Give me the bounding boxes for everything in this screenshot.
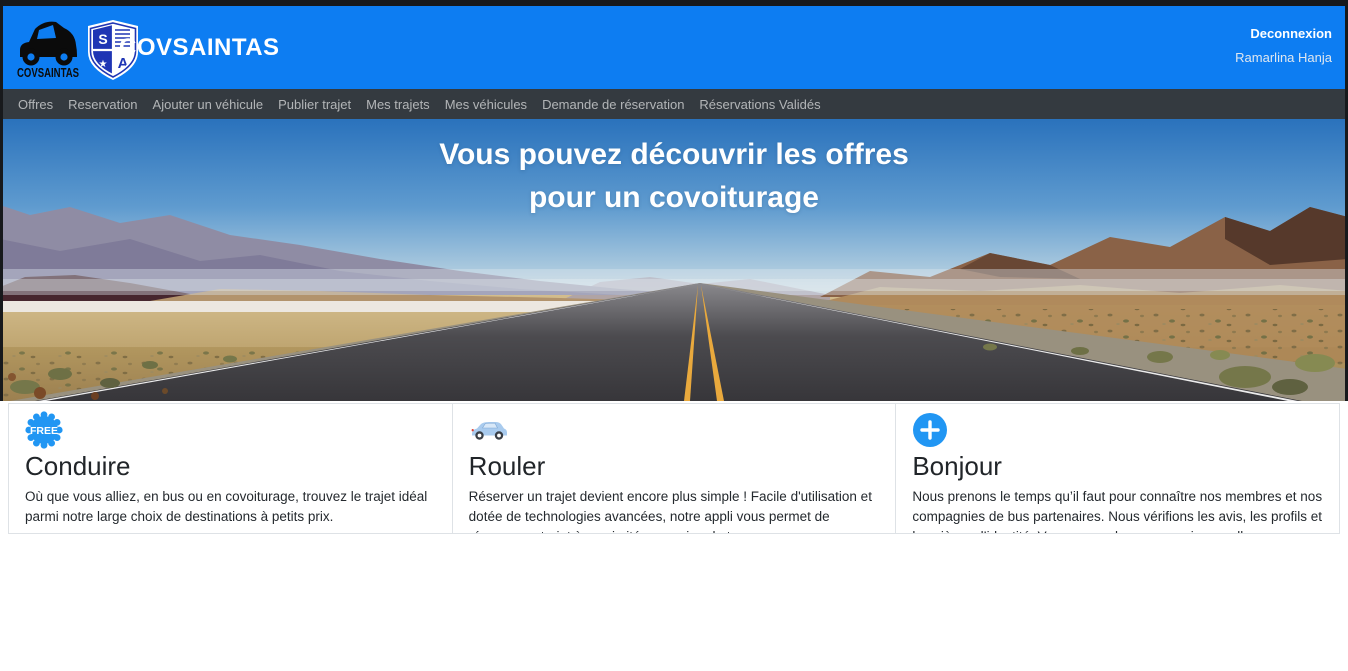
hero-title-line2: pour un covoiturage xyxy=(0,176,1348,219)
feature-card-bonjour: Bonjour Nous prenons le temps qu’il faut… xyxy=(895,403,1340,534)
car-icon xyxy=(469,410,880,450)
card-text: Nous prenons le temps qu’il faut pour co… xyxy=(912,487,1323,534)
window-frame-top xyxy=(0,0,1348,6)
brand-title[interactable]: COVSAINTAS xyxy=(119,6,280,89)
hero-banner: Vous pouvez découvrir les offres pour un… xyxy=(0,119,1348,401)
svg-text:FREE: FREE xyxy=(30,425,58,437)
app-header: COVSAINTAS S A ★ COVSAINTAS Deconnexion … xyxy=(0,6,1348,89)
hero-title: Vous pouvez découvrir les offres pour un… xyxy=(0,133,1348,219)
feature-card-rouler: Rouler Réserver un trajet devient encore… xyxy=(452,403,897,534)
card-title: Conduire xyxy=(25,452,436,482)
main-nav: Offres Reservation Ajouter un véhicule P… xyxy=(0,89,1348,119)
nav-item-demande-reservation[interactable]: Demande de réservation xyxy=(542,97,684,112)
card-title: Bonjour xyxy=(912,452,1323,482)
nav-item-reservations-valides[interactable]: Réservations Validés xyxy=(699,97,820,112)
feature-card-conduire: FREE Conduire Où que vous alliez, en bus… xyxy=(8,403,453,534)
card-title: Rouler xyxy=(469,452,880,482)
plus-circle-icon xyxy=(912,410,1323,450)
covsaintas-car-logo: COVSAINTAS xyxy=(14,14,82,82)
logout-link[interactable]: Deconnexion xyxy=(1235,26,1332,41)
header-user-area: Deconnexion Ramarlina Hanja xyxy=(1235,26,1332,65)
nav-item-reservation[interactable]: Reservation xyxy=(68,97,137,112)
nav-item-offres[interactable]: Offres xyxy=(18,97,53,112)
user-name: Ramarlina Hanja xyxy=(1235,50,1332,65)
nav-item-mes-vehicules[interactable]: Mes véhicules xyxy=(445,97,527,112)
page: COVSAINTAS S A ★ COVSAINTAS Deconnexion … xyxy=(0,0,1348,671)
car-logo-caption: COVSAINTAS xyxy=(17,65,79,80)
card-text: Où que vous alliez, en bus ou en covoitu… xyxy=(25,487,436,528)
hero-title-line1: Vous pouvez découvrir les offres xyxy=(0,133,1348,176)
nav-item-publier-trajet[interactable]: Publier trajet xyxy=(278,97,351,112)
nav-item-mes-trajets[interactable]: Mes trajets xyxy=(366,97,430,112)
nav-item-ajouter-vehicule[interactable]: Ajouter un véhicule xyxy=(153,97,264,112)
card-text: Réserver un trajet devient encore plus s… xyxy=(469,487,880,534)
shield-letter-s: S xyxy=(98,31,107,47)
feature-cards: FREE Conduire Où que vous alliez, en bus… xyxy=(8,403,1340,534)
free-badge-icon: FREE xyxy=(25,410,436,450)
window-frame-left xyxy=(0,6,3,401)
